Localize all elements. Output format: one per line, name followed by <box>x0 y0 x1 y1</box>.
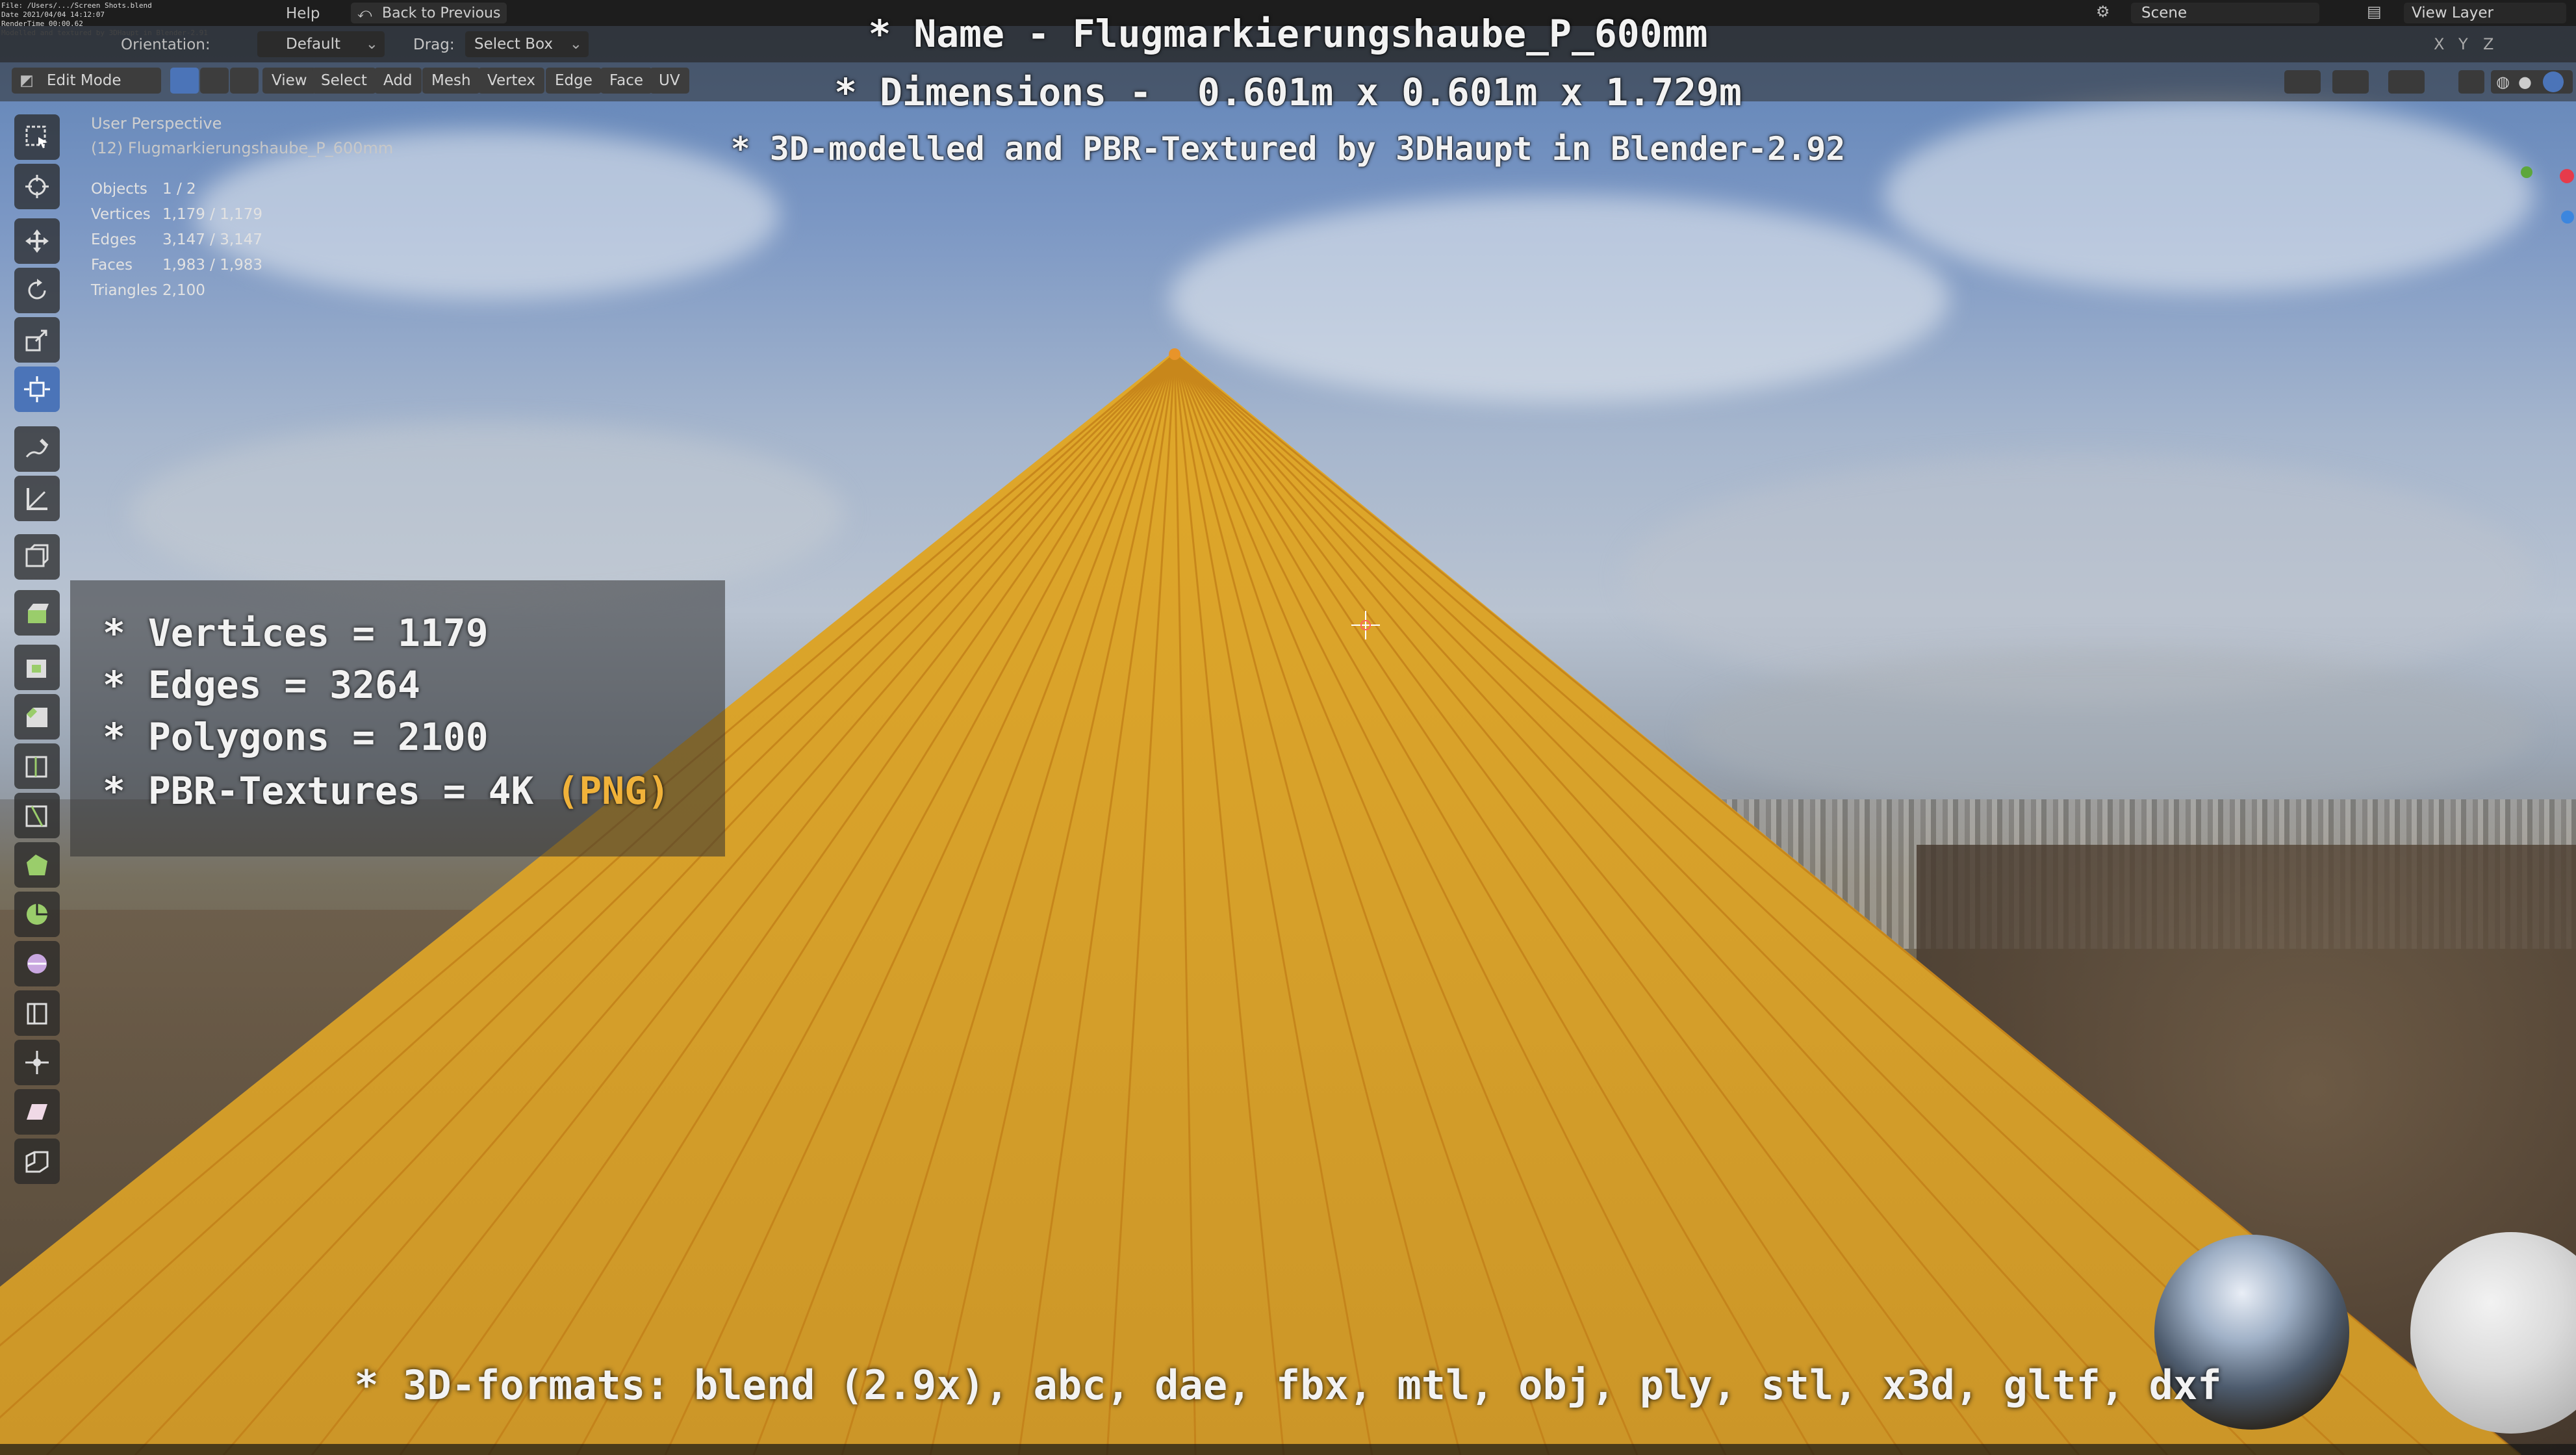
add-cube-tool[interactable] <box>14 534 60 580</box>
inset-icon <box>27 660 46 678</box>
loop-cut-tool[interactable] <box>14 743 60 789</box>
transform-tool[interactable] <box>14 367 60 412</box>
extrude-icon <box>28 604 49 623</box>
tool-shelf <box>9 114 69 1245</box>
stat-label: Edges <box>91 231 136 248</box>
gizmo-y-axis[interactable] <box>2521 166 2532 178</box>
smooth-tool[interactable] <box>14 941 60 986</box>
model-credit: * 3D-modelled and PBR-Textured by 3DHaup… <box>730 130 1846 168</box>
stat-value: 1,983 / 1,983 <box>162 257 263 274</box>
spin-icon <box>27 904 47 925</box>
shear-tool[interactable] <box>14 1089 60 1135</box>
pyramid-tip <box>1169 348 1180 360</box>
rotate-icon <box>28 279 46 300</box>
rotate-tool[interactable] <box>14 268 60 313</box>
bevel-icon <box>27 708 47 727</box>
knife-tool[interactable] <box>14 793 60 838</box>
blender-window: File: /Users/.../Screen Shots.blend Date … <box>0 0 2576 1455</box>
inset-tool[interactable] <box>14 645 60 690</box>
stat-value: 2,100 <box>162 282 205 299</box>
bevel-tool[interactable] <box>14 694 60 740</box>
stat-value: 3,147 / 3,147 <box>162 231 263 248</box>
stat-value: 1,179 / 1,179 <box>162 206 263 223</box>
spin-tool[interactable] <box>14 892 60 937</box>
move-tool[interactable] <box>14 218 60 264</box>
gizmo-x-axis[interactable] <box>2560 169 2574 183</box>
transform-icon <box>24 376 50 402</box>
poly-build-tool[interactable] <box>14 842 60 888</box>
loop-cut-icon <box>25 756 47 778</box>
stat-label: Triangles <box>91 282 158 299</box>
supported-formats: * 3D-formats: blend (2.9x), abc, dae, fb… <box>354 1361 2222 1409</box>
info-pbr-prefix: * PBR-Textures = 4K <box>103 769 557 813</box>
info-polygons: * Polygons = 2100 <box>103 715 489 759</box>
stat-label: Faces <box>91 257 133 274</box>
scale-icon <box>25 329 47 352</box>
rip-icon <box>25 1151 49 1173</box>
info-edges: * Edges = 3264 <box>103 663 420 707</box>
add-cube-icon <box>25 544 49 567</box>
status-bar <box>0 1444 2576 1455</box>
rip-tool[interactable] <box>14 1139 60 1184</box>
gizmo-z-axis[interactable] <box>2561 211 2574 224</box>
extrude-tool[interactable] <box>14 590 60 636</box>
annotate-tool[interactable] <box>14 426 60 472</box>
poly-build-icon <box>27 855 47 875</box>
move-icon <box>25 229 49 253</box>
cursor-icon <box>25 175 49 198</box>
shrink-fatten-tool[interactable] <box>14 1040 60 1085</box>
info-vertices: * Vertices = 1179 <box>103 611 489 655</box>
stat-label: Vertices <box>91 206 151 223</box>
stat-label: Objects <box>91 181 147 198</box>
scale-tool[interactable] <box>14 317 60 363</box>
edge-slide-tool[interactable] <box>14 990 60 1036</box>
knife-icon <box>25 805 47 827</box>
annotate-icon <box>25 439 49 457</box>
model-name-title: * Name - Flugmarkierungshaube_P_600mm <box>868 12 1708 56</box>
navigation-gizmo[interactable] <box>2508 110 2576 227</box>
shrink-fatten-icon <box>25 1051 49 1074</box>
info-pbr-format: (PNG) <box>556 769 670 813</box>
measure-icon <box>27 488 47 510</box>
cursor-tool[interactable] <box>14 164 60 209</box>
shear-icon <box>27 1104 47 1120</box>
model-dimensions: * Dimensions - 0.601m x 0.601m x 1.729m <box>834 70 1742 114</box>
stat-value: 1 / 2 <box>162 181 196 198</box>
info-pbr-textures: * PBR-Textures = 4K (PNG) <box>103 769 670 813</box>
measure-tool[interactable] <box>14 476 60 521</box>
edge-slide-icon <box>27 1003 47 1025</box>
smooth-icon <box>27 954 47 973</box>
pyramid-face <box>0 351 2521 1455</box>
